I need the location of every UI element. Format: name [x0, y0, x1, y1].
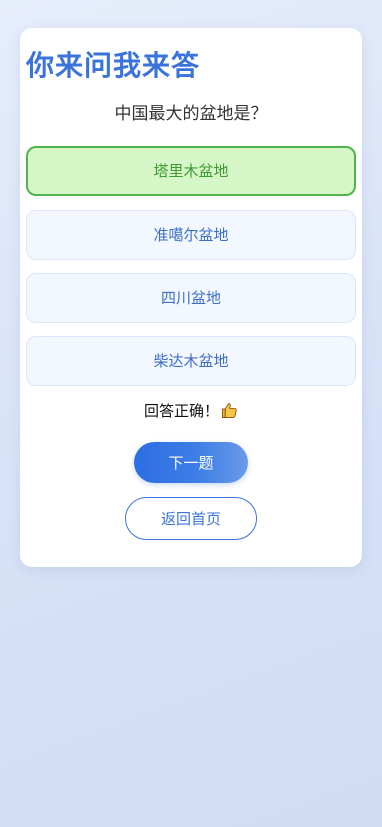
- next-question-button[interactable]: 下一题: [134, 442, 248, 483]
- quiz-card: 你来问我来答 中国最大的盆地是？ 塔里木盆地 准噶尔盆地 四川盆地 柴达木盆地 …: [20, 28, 362, 567]
- option-label: 柴达木盆地: [153, 352, 229, 370]
- feedback-text: 回答正确！: [143, 402, 219, 420]
- back-home-button[interactable]: 返回首页: [125, 497, 257, 540]
- option-label: 塔里木盆地: [153, 162, 229, 180]
- app-title: 你来问我来答: [26, 49, 201, 82]
- thumbs-up-icon: [221, 402, 238, 425]
- option-label: 四川盆地: [160, 289, 221, 307]
- option-item[interactable]: 四川盆地: [26, 273, 356, 323]
- option-item[interactable]: 柴达木盆地: [26, 336, 356, 386]
- option-correct[interactable]: 塔里木盆地: [26, 146, 356, 196]
- answer-feedback: 回答正确！: [20, 400, 362, 425]
- option-item[interactable]: 准噶尔盆地: [26, 210, 356, 260]
- option-label: 准噶尔盆地: [153, 226, 229, 244]
- question-text: 中国最大的盆地是？: [114, 104, 268, 124]
